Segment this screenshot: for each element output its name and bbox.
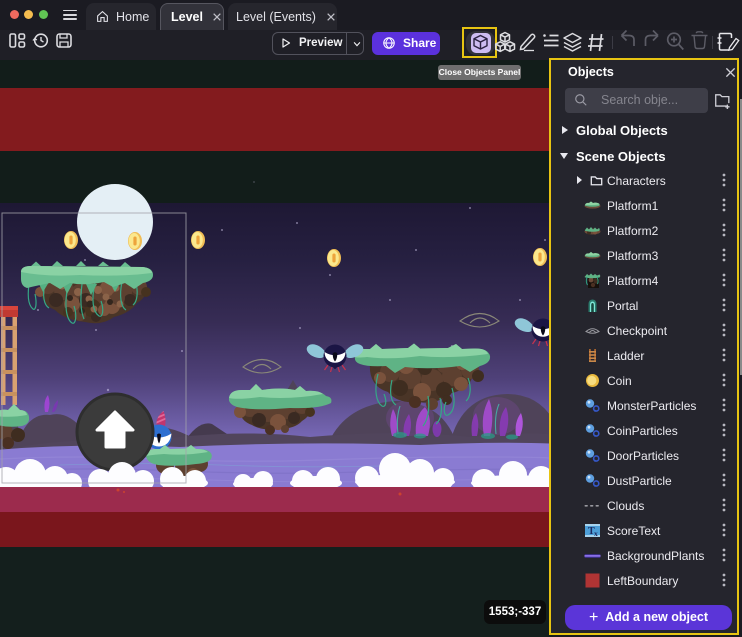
svg-text:x: x xyxy=(594,529,598,538)
